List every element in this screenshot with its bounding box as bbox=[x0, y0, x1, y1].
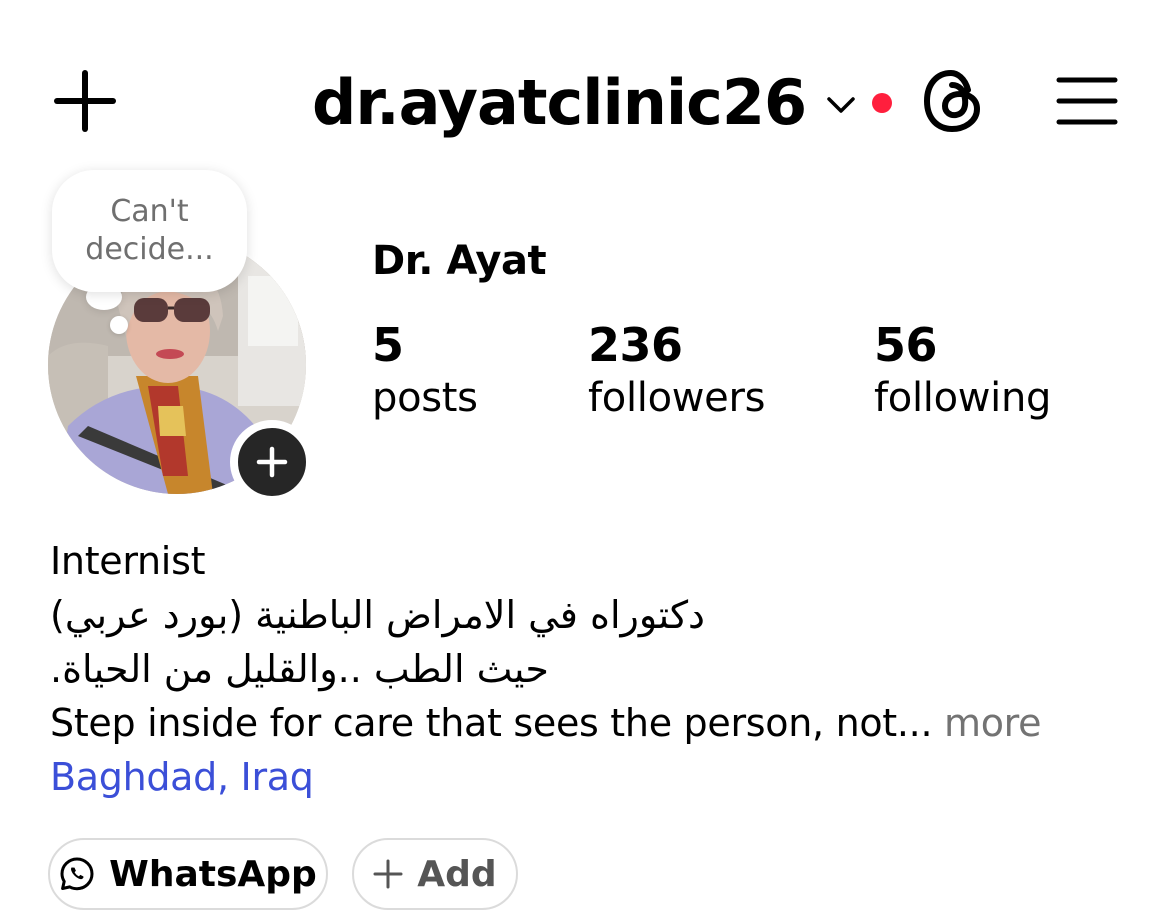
bio-line-3: حيث الطب ..والقليل من الحياة. bbox=[50, 647, 549, 691]
add-label: Add bbox=[417, 853, 497, 895]
notification-dot bbox=[872, 93, 893, 113]
whatsapp-label: WhatsApp bbox=[109, 853, 317, 895]
note-bubble[interactable]: Can't decide... bbox=[52, 170, 247, 292]
location-link[interactable]: Baghdad, Iraq bbox=[50, 750, 1130, 804]
plus-icon bbox=[256, 446, 288, 478]
add-button[interactable]: Add bbox=[352, 838, 518, 910]
bio-line-4-text: Step inside for care that sees the perso… bbox=[50, 701, 933, 745]
note-bubble-tail-small bbox=[110, 316, 128, 334]
bio: Internist دكتوراه في الامراض الباطنية (ب… bbox=[50, 534, 1130, 804]
note-text: Can't decide... bbox=[85, 194, 214, 267]
posts-count: 5 bbox=[372, 318, 404, 372]
whatsapp-button[interactable]: WhatsApp bbox=[48, 838, 328, 910]
username: dr.ayatclinic26 bbox=[312, 65, 807, 139]
stat-followers[interactable]: 236 followers bbox=[588, 318, 765, 424]
stat-posts[interactable]: 5 posts bbox=[372, 318, 478, 424]
threads-button[interactable] bbox=[918, 66, 988, 136]
bio-line-4: Step inside for care that sees the perso… bbox=[50, 696, 1130, 750]
following-label: following bbox=[874, 375, 1052, 421]
threads-icon bbox=[924, 70, 980, 132]
bio-line-2: دكتوراه في الامراض الباطنية (بورد عربي) bbox=[50, 593, 705, 637]
account-switcher[interactable]: dr.ayatclinic26 bbox=[312, 62, 893, 142]
display-name: Dr. Ayat bbox=[372, 238, 547, 284]
menu-button[interactable] bbox=[1052, 66, 1122, 136]
stat-following[interactable]: 56 following bbox=[874, 318, 1051, 424]
whatsapp-icon bbox=[60, 857, 94, 891]
add-story-button[interactable] bbox=[230, 420, 314, 504]
following-count: 56 bbox=[874, 318, 938, 372]
bio-line-1: Internist bbox=[50, 539, 206, 583]
posts-label: posts bbox=[372, 375, 478, 421]
create-button[interactable] bbox=[50, 66, 120, 136]
profile-page: dr.ayatclinic26 Can't decide... Dr. Ayat… bbox=[0, 0, 1170, 922]
hamburger-menu-icon bbox=[1056, 77, 1118, 125]
followers-count: 236 bbox=[588, 318, 683, 372]
more-link[interactable]: more bbox=[944, 701, 1042, 745]
plus-icon bbox=[373, 859, 403, 889]
chevron-down-icon bbox=[826, 95, 856, 115]
followers-label: followers bbox=[588, 375, 766, 421]
plus-icon bbox=[54, 70, 116, 132]
